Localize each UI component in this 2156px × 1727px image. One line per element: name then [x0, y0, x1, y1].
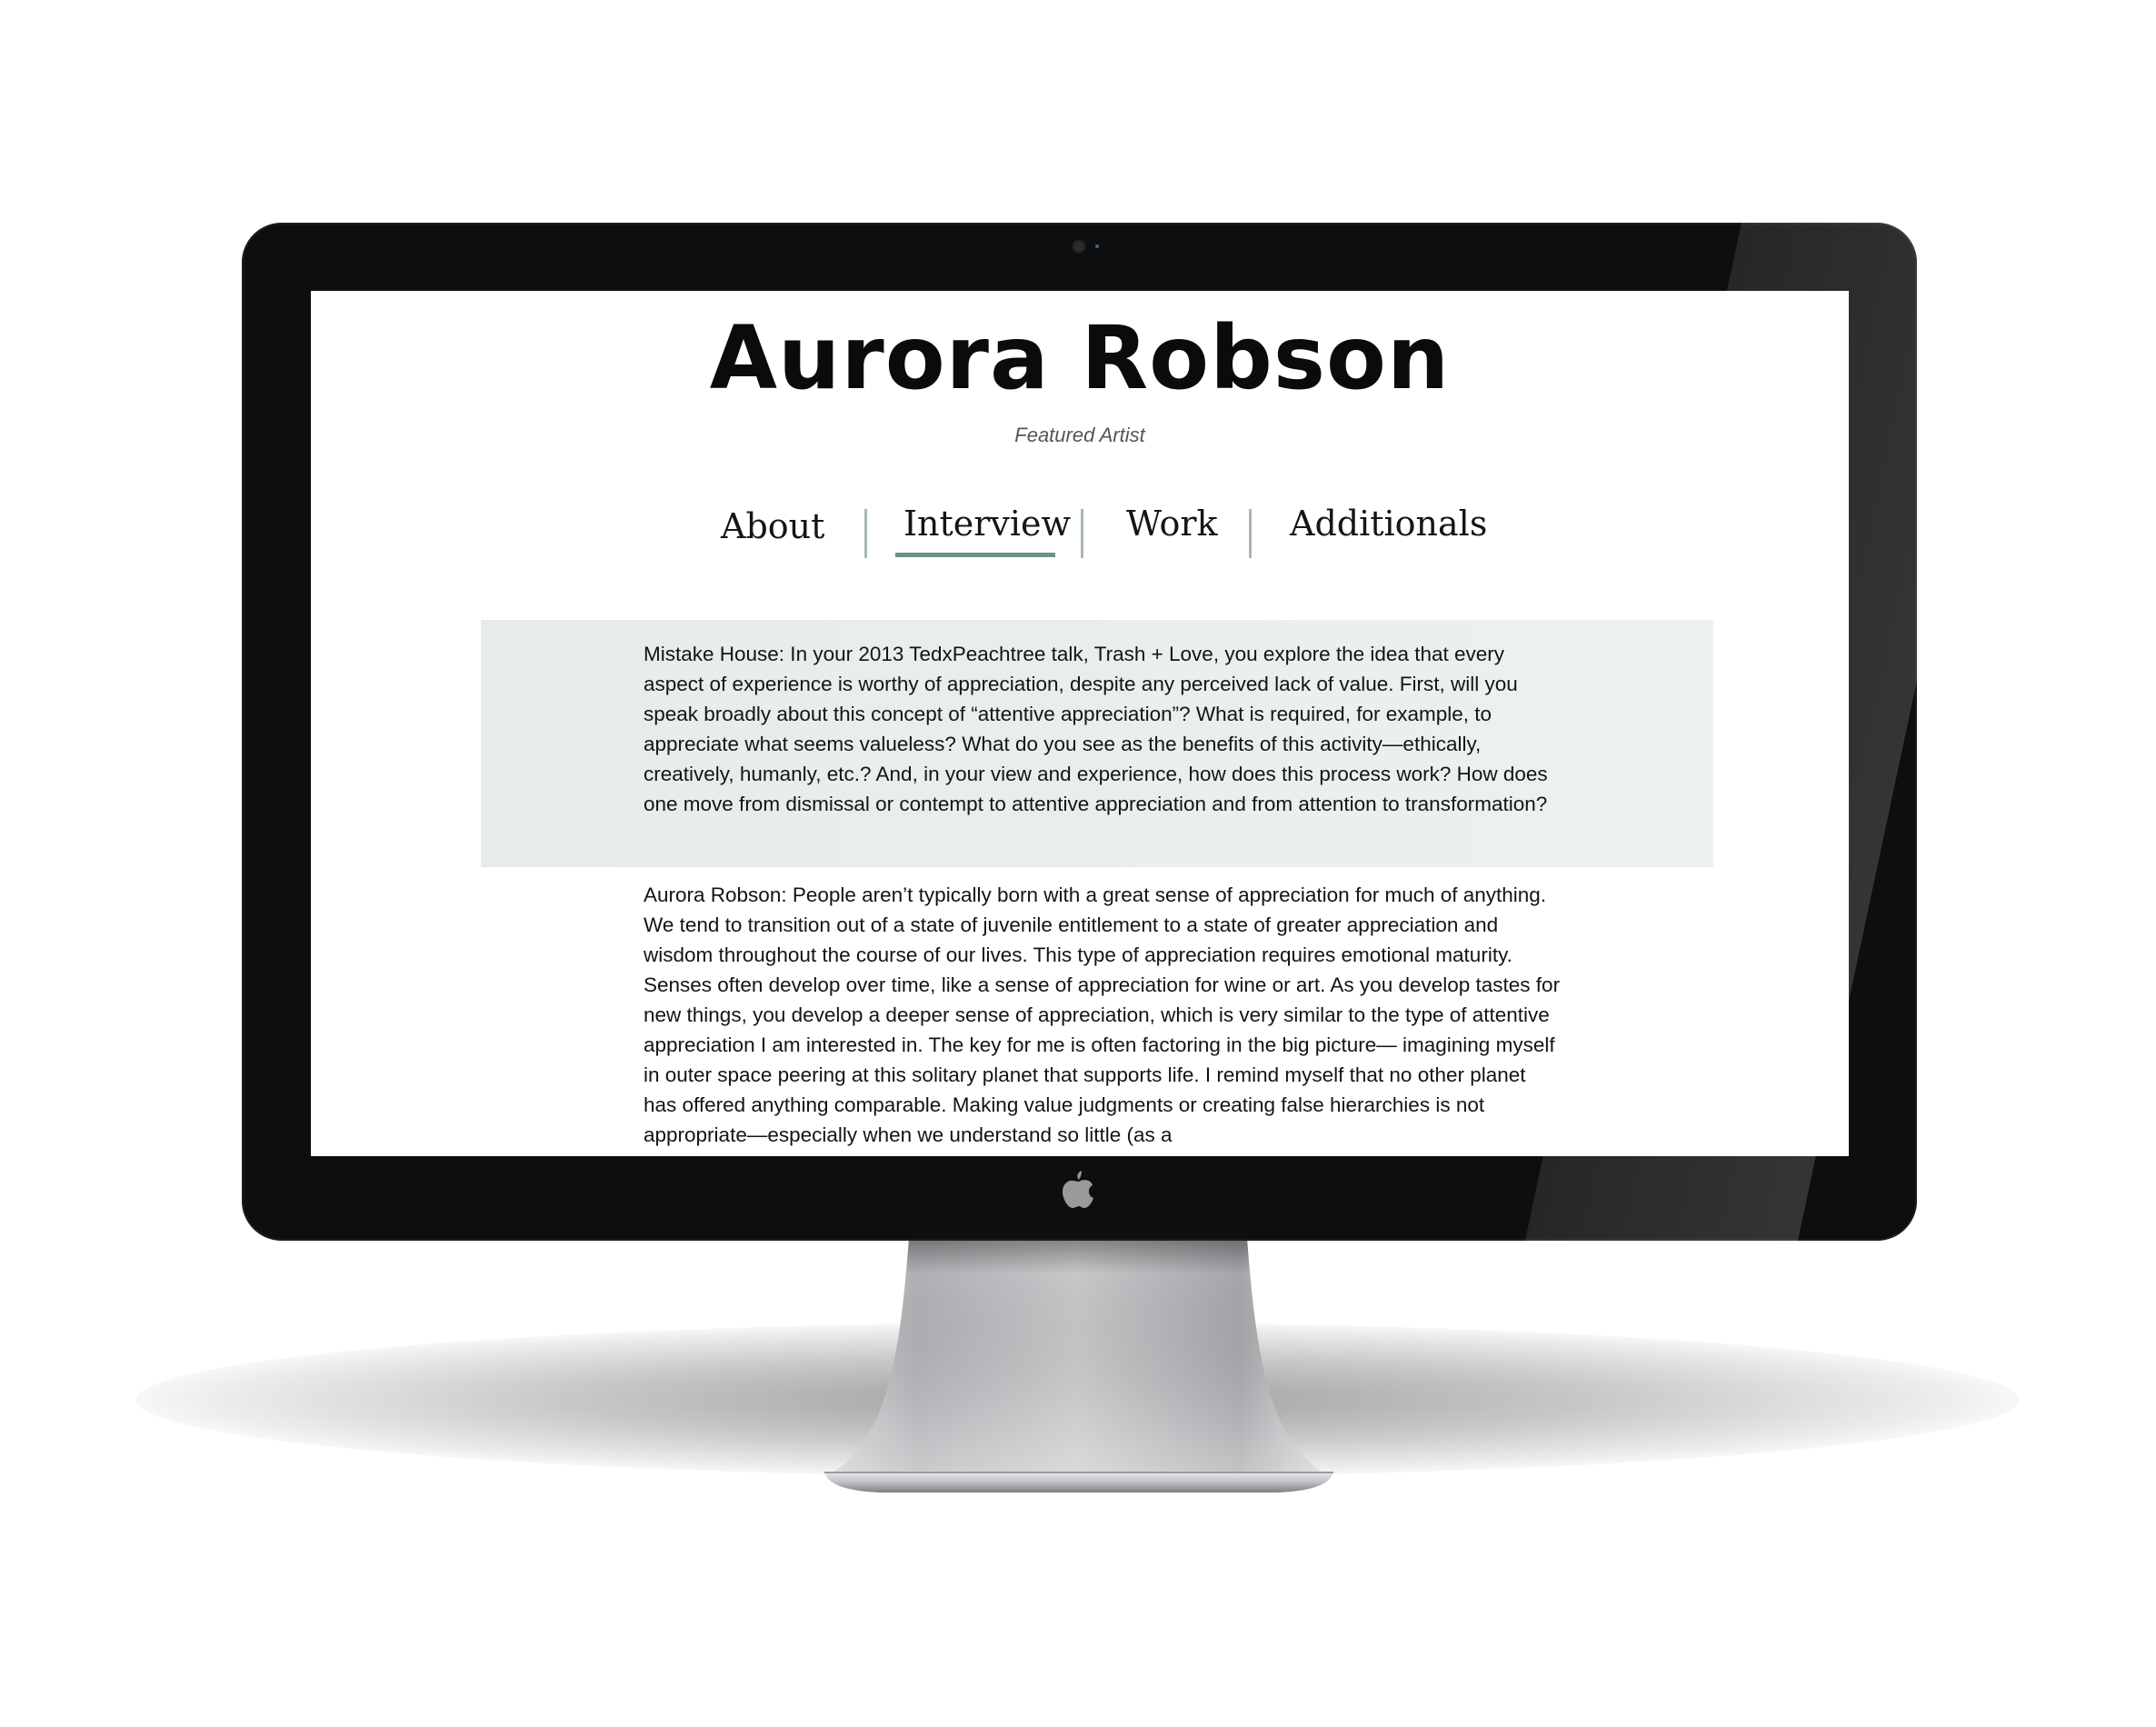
nav-divider: [1249, 509, 1252, 558]
monitor-screen: Aurora Robson Featured Artist About Inte…: [311, 291, 1849, 1156]
nav-item-work[interactable]: Work: [1126, 504, 1218, 544]
nav-item-additionals[interactable]: Additionals: [1290, 504, 1487, 544]
interview-question: Mistake House: In your 2013 TedxPeachtre…: [644, 643, 1548, 815]
camera-led-icon: [1095, 245, 1099, 248]
page-title: Aurora Robson: [709, 307, 1451, 409]
active-tab-indicator: [895, 553, 1055, 557]
camera-icon: [1073, 241, 1084, 252]
monitor-stand-base: [824, 1472, 1333, 1492]
nav-divider: [1081, 509, 1083, 558]
page-subtitle: Featured Artist: [1014, 424, 1145, 446]
nav-item-about[interactable]: About: [721, 506, 824, 546]
apple-logo-icon: [1063, 1171, 1093, 1208]
nav-divider: [864, 509, 867, 558]
nav-item-interview[interactable]: Interview: [903, 504, 1071, 544]
interview-answer: Aurora Robson: People aren’t typically b…: [644, 883, 1561, 1146]
